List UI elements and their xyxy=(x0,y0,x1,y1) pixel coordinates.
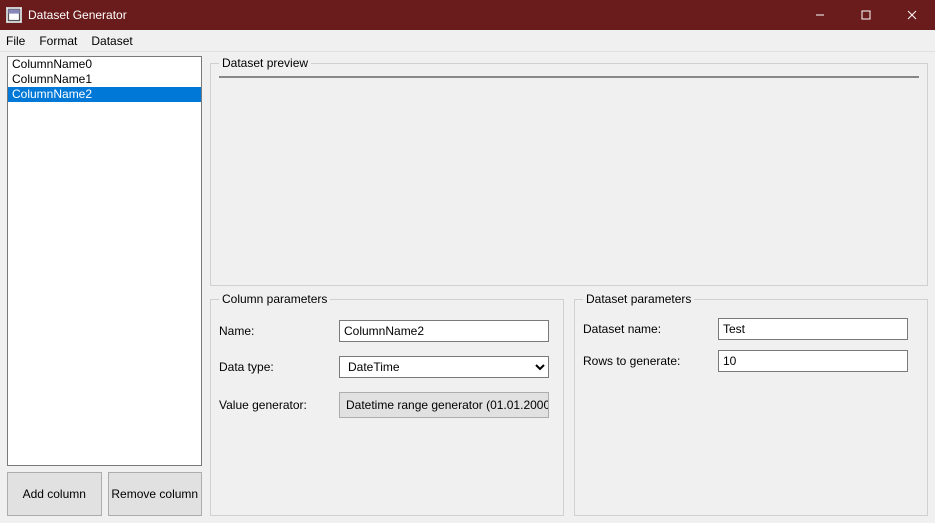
preview-legend: Dataset preview xyxy=(219,56,311,70)
minimize-button[interactable] xyxy=(797,0,843,30)
dataset-params-legend: Dataset parameters xyxy=(583,292,694,306)
menubar: File Format Dataset xyxy=(0,30,935,52)
grid-wrap: ColumnName0ColumnName1ColumnName2▸tMFEfN… xyxy=(219,76,919,78)
list-item[interactable]: ColumnName1 xyxy=(8,72,201,87)
maximize-button[interactable] xyxy=(843,0,889,30)
datatype-label: Data type: xyxy=(219,360,339,374)
menu-file[interactable]: File xyxy=(6,34,25,48)
column-params-legend: Column parameters xyxy=(219,292,330,306)
dataset-name-label: Dataset name: xyxy=(583,322,718,336)
columns-listbox[interactable]: ColumnName0ColumnName1ColumnName2 xyxy=(7,56,202,466)
list-item[interactable]: ColumnName0 xyxy=(8,57,201,72)
titlebar: Dataset Generator xyxy=(0,0,935,30)
menu-dataset[interactable]: Dataset xyxy=(91,34,132,48)
scroll-up-icon[interactable]: ▴ xyxy=(902,77,918,78)
window-title: Dataset Generator xyxy=(28,8,797,22)
generator-label: Value generator: xyxy=(219,398,339,412)
dataset-params-group: Dataset parameters Dataset name: Rows to… xyxy=(574,292,928,516)
dataset-name-input[interactable] xyxy=(718,318,908,340)
column-params-group: Column parameters Name: Data type: DateT… xyxy=(210,292,564,516)
preview-group: Dataset preview ColumnName0ColumnName1Co… xyxy=(210,56,928,286)
value-generator-button[interactable]: Datetime range generator (01.01.2000 xyxy=(339,392,549,418)
column-name-input[interactable] xyxy=(339,320,549,342)
value-generator-text: Datetime range generator (01.01.2000 xyxy=(346,398,549,412)
datatype-select[interactable]: DateTime xyxy=(339,356,549,378)
menu-format[interactable]: Format xyxy=(39,34,77,48)
list-item[interactable]: ColumnName2 xyxy=(8,87,201,102)
app-icon xyxy=(6,7,22,23)
add-column-button[interactable]: Add column xyxy=(7,472,102,516)
rows-label: Rows to generate: xyxy=(583,354,718,368)
name-label: Name: xyxy=(219,324,339,338)
remove-column-button[interactable]: Remove column xyxy=(108,472,203,516)
close-button[interactable] xyxy=(889,0,935,30)
rows-input[interactable] xyxy=(718,350,908,372)
